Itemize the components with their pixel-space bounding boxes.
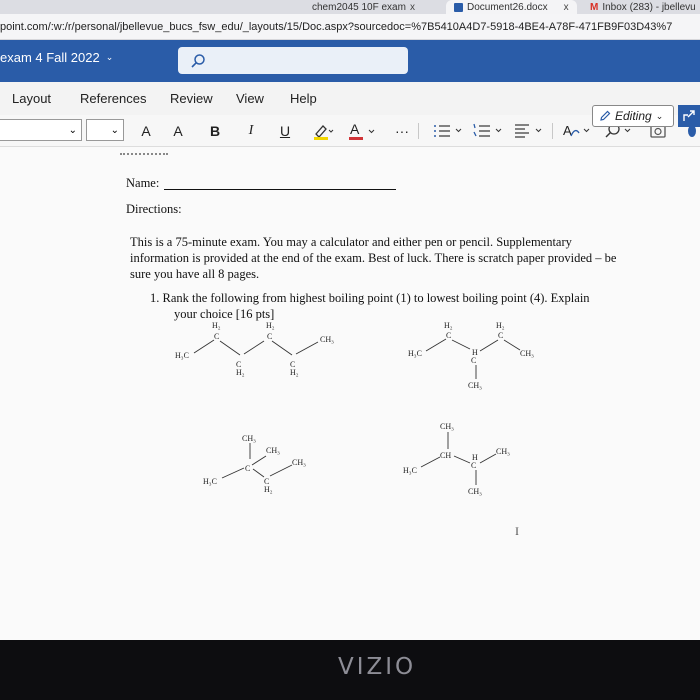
chevron-down-icon: ⌄ <box>110 124 119 136</box>
share-icon <box>683 110 695 121</box>
numbered-list-icon <box>473 123 502 137</box>
atom-label: H₂ <box>266 321 275 330</box>
atom-label: CH₃ <box>468 487 482 496</box>
tab-view[interactable]: View <box>236 91 264 106</box>
atom-label: C <box>267 332 272 341</box>
atom-label: H₂ <box>290 368 299 377</box>
styles-button[interactable]: A <box>560 121 596 141</box>
document-page[interactable]: Name: Directions: This is a 75-minute ex… <box>0 147 700 640</box>
molecule-1: H₃C H₂ C C H₂ H₂ C C H₂ CH₃ <box>175 321 334 377</box>
word-title-bar: exam 4 Fall 2022 ⌄ <box>0 40 700 82</box>
bullet-list-icon <box>434 125 462 137</box>
atom-label: C <box>471 356 476 365</box>
tab-label: Inbox (283) - jbellevu <box>602 1 696 13</box>
tab-layout[interactable]: Layout <box>12 91 51 106</box>
atom-label: H₂ <box>212 321 221 330</box>
atom-label: C <box>471 461 476 470</box>
highlight-button[interactable] <box>308 121 338 141</box>
formatting-toolbar: ⌄ ⌄ A A B I U A ··· A Editing ⌄ <box>0 105 700 147</box>
atom-label: CH <box>440 451 451 460</box>
tab-label: Document26.docx <box>467 1 548 13</box>
molecule-2: H₃C H₂ C H C CH₃ H₂ C CH₃ <box>408 321 534 390</box>
atom-label: CH₃ <box>242 434 256 443</box>
browser-tab-strip: chem2045 10F exam x Document26.docx x M … <box>0 0 700 14</box>
italic-button[interactable]: I <box>242 121 260 141</box>
numbering-button[interactable] <box>472 121 508 141</box>
align-button[interactable] <box>512 121 548 141</box>
font-size-dropdown[interactable]: ⌄ <box>86 119 124 141</box>
atom-label: H₃C <box>175 351 189 360</box>
font-color-button[interactable]: A <box>346 121 382 141</box>
highlighter-icon <box>314 125 334 140</box>
atom-label: C <box>245 464 250 473</box>
bold-button[interactable]: B <box>206 121 224 141</box>
grow-font-button[interactable]: A <box>138 121 154 141</box>
tv-brand-logo: VIZIO <box>338 654 417 680</box>
divider <box>552 123 553 139</box>
svg-text:A: A <box>350 121 360 137</box>
atom-label: CH₃ <box>266 446 280 455</box>
align-left-icon <box>515 124 542 138</box>
chevron-down-icon: ⌄ <box>105 52 114 62</box>
word-icon <box>454 2 463 12</box>
shrink-font-button[interactable]: A <box>170 121 186 141</box>
atom-label: CH₃ <box>496 447 510 456</box>
tab-inbox[interactable]: M Inbox (283) - jbellevu <box>590 0 696 14</box>
tab-help[interactable]: Help <box>290 91 317 106</box>
chevron-down-icon: ⌄ <box>68 124 77 136</box>
bullets-button[interactable] <box>432 121 468 141</box>
atom-label: H₃C <box>408 349 422 358</box>
molecule-structures: H₃C H₂ C C H₂ H₂ C C H₂ CH₃ H₃C H₂ C H C… <box>175 321 534 496</box>
atom-label: CH₃ <box>440 422 454 431</box>
more-options-button[interactable]: ··· <box>392 121 412 141</box>
atom-label: H₂ <box>444 321 453 330</box>
molecule-3: CH₃ H₃C C CH₃ C H₂ CH₃ <box>203 434 306 494</box>
atom-label: CH₃ <box>292 458 306 467</box>
document-canvas: Name: Directions: This is a 75-minute ex… <box>0 147 700 640</box>
tv-bezel: VIZIO <box>0 640 700 700</box>
pencil-icon <box>600 110 611 121</box>
search-input[interactable] <box>178 47 408 74</box>
screen: chem2045 10F exam x Document26.docx x M … <box>0 0 700 640</box>
editing-mode-button[interactable]: Editing ⌄ <box>592 105 674 127</box>
close-icon[interactable]: x <box>564 2 569 13</box>
atom-label: CH₃ <box>468 381 482 390</box>
editing-label: Editing <box>615 109 652 123</box>
tab-document[interactable]: Document26.docx x <box>446 0 577 14</box>
font-name-dropdown[interactable]: ⌄ <box>0 119 82 141</box>
address-bar[interactable]: point.com/:w:/r/personal/jbellevue_bucs_… <box>0 14 700 40</box>
atom-label: H₂ <box>496 321 505 330</box>
divider <box>418 123 419 139</box>
gmail-icon: M <box>590 1 599 13</box>
atom-label: C <box>214 332 219 341</box>
atom-label: C <box>498 331 503 340</box>
atom-label: H₃C <box>403 466 417 475</box>
tab-references[interactable]: References <box>80 91 146 106</box>
atom-label: H₃C <box>203 477 217 486</box>
share-button[interactable] <box>678 105 700 127</box>
underline-button[interactable]: U <box>276 121 294 141</box>
atom-label: C <box>446 331 451 340</box>
tab-label: chem2045 10F exam <box>312 1 406 13</box>
atom-label: CH₃ <box>520 349 534 358</box>
close-icon[interactable]: x <box>410 2 415 13</box>
document-title-text: exam 4 Fall 2022 <box>0 50 100 65</box>
atom-label: H₂ <box>264 485 273 494</box>
tab-chem-exam[interactable]: chem2045 10F exam x <box>312 0 415 14</box>
document-title[interactable]: exam 4 Fall 2022 ⌄ <box>0 50 113 65</box>
tab-review[interactable]: Review <box>170 91 213 106</box>
styles-icon: A <box>563 123 590 138</box>
chevron-down-icon: ⌄ <box>655 110 664 121</box>
font-color-icon: A <box>349 121 375 140</box>
url-text: point.com/:w:/r/personal/jbellevue_bucs_… <box>0 20 673 33</box>
atom-label: CH₃ <box>320 335 334 344</box>
search-icon <box>191 53 205 68</box>
text-cursor-icon: I <box>515 524 519 538</box>
atom-label: H₂ <box>236 368 245 377</box>
molecule-4: CH₃ CH H₃C H C CH₃ CH₃ <box>403 422 510 496</box>
